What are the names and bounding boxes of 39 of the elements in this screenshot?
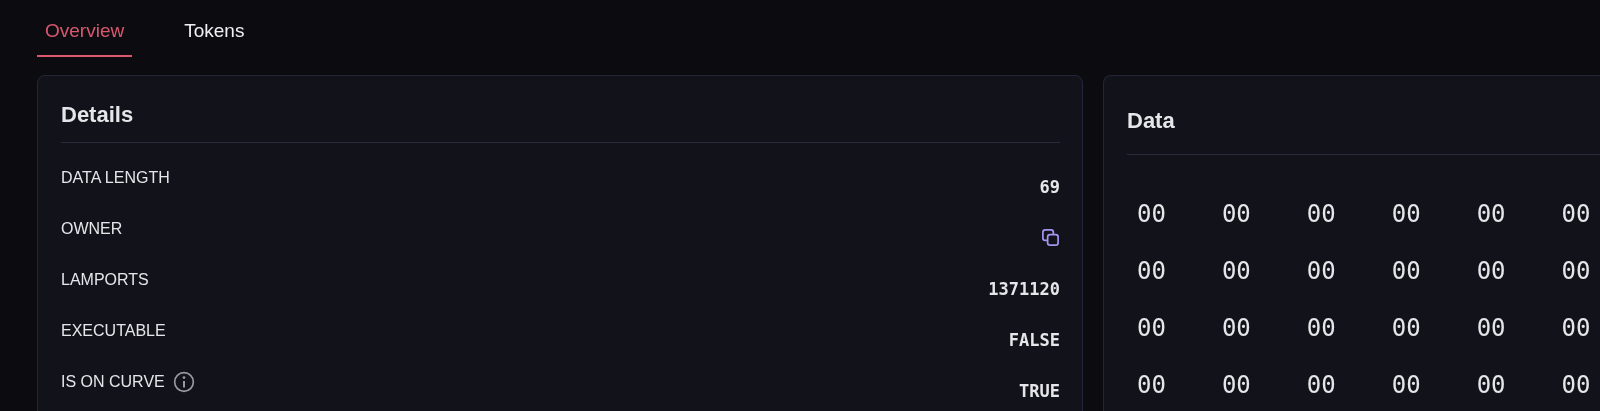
hex-byte: 00 [1476, 314, 1506, 344]
hex-byte: 00 [1306, 257, 1336, 287]
hex-byte: 00 [1137, 314, 1166, 344]
hex-byte: 00 [1561, 257, 1591, 287]
card-title: Data [1127, 108, 1176, 135]
tab[interactable]: Tokens [176, 17, 253, 57]
field-label: IS ON CURVE [61, 372, 165, 391]
field-value: TRUE [1019, 380, 1060, 401]
hex-byte: 00 [1476, 371, 1506, 401]
field-value: 1371120 [988, 278, 1060, 299]
hex-byte: 00 [1391, 314, 1421, 344]
tab[interactable]: Overview [37, 17, 133, 57]
hex-byte: 00 [1391, 257, 1421, 287]
field-label: DATA LENGTH [61, 168, 170, 187]
hex-byte: 00 [1476, 257, 1506, 287]
hex-byte: 00 [1391, 200, 1421, 230]
copy-icon[interactable] [1041, 228, 1060, 247]
hex-byte: 00 [1137, 371, 1166, 401]
field-label: LAMPORTS [61, 270, 149, 289]
hex-byte: 00 [1221, 200, 1251, 230]
hex-byte: 00 [1306, 314, 1336, 344]
hex-byte: 00 [1561, 314, 1591, 344]
card-title: Details [61, 102, 135, 129]
field-label: OWNER [61, 219, 123, 238]
info-icon[interactable] [172, 370, 195, 393]
hex-byte: 00 [1306, 371, 1336, 401]
hex-byte: 00 [1306, 200, 1336, 230]
hex-byte: 00 [1221, 371, 1251, 401]
hex-byte: 00 [1561, 200, 1591, 230]
hex-byte: 00 [1137, 257, 1166, 287]
hex-byte: 00 [1137, 200, 1166, 230]
hex-byte: 00 [1391, 371, 1421, 401]
field-label: EXECUTABLE [61, 321, 166, 340]
field-value: 69 [1039, 176, 1060, 197]
hex-byte: 00 [1221, 314, 1251, 344]
hex-byte: 00 [1561, 371, 1591, 401]
field-value: FALSE [1008, 329, 1060, 350]
hex-byte: 00 [1221, 257, 1251, 287]
hex-byte: 00 [1476, 200, 1506, 230]
